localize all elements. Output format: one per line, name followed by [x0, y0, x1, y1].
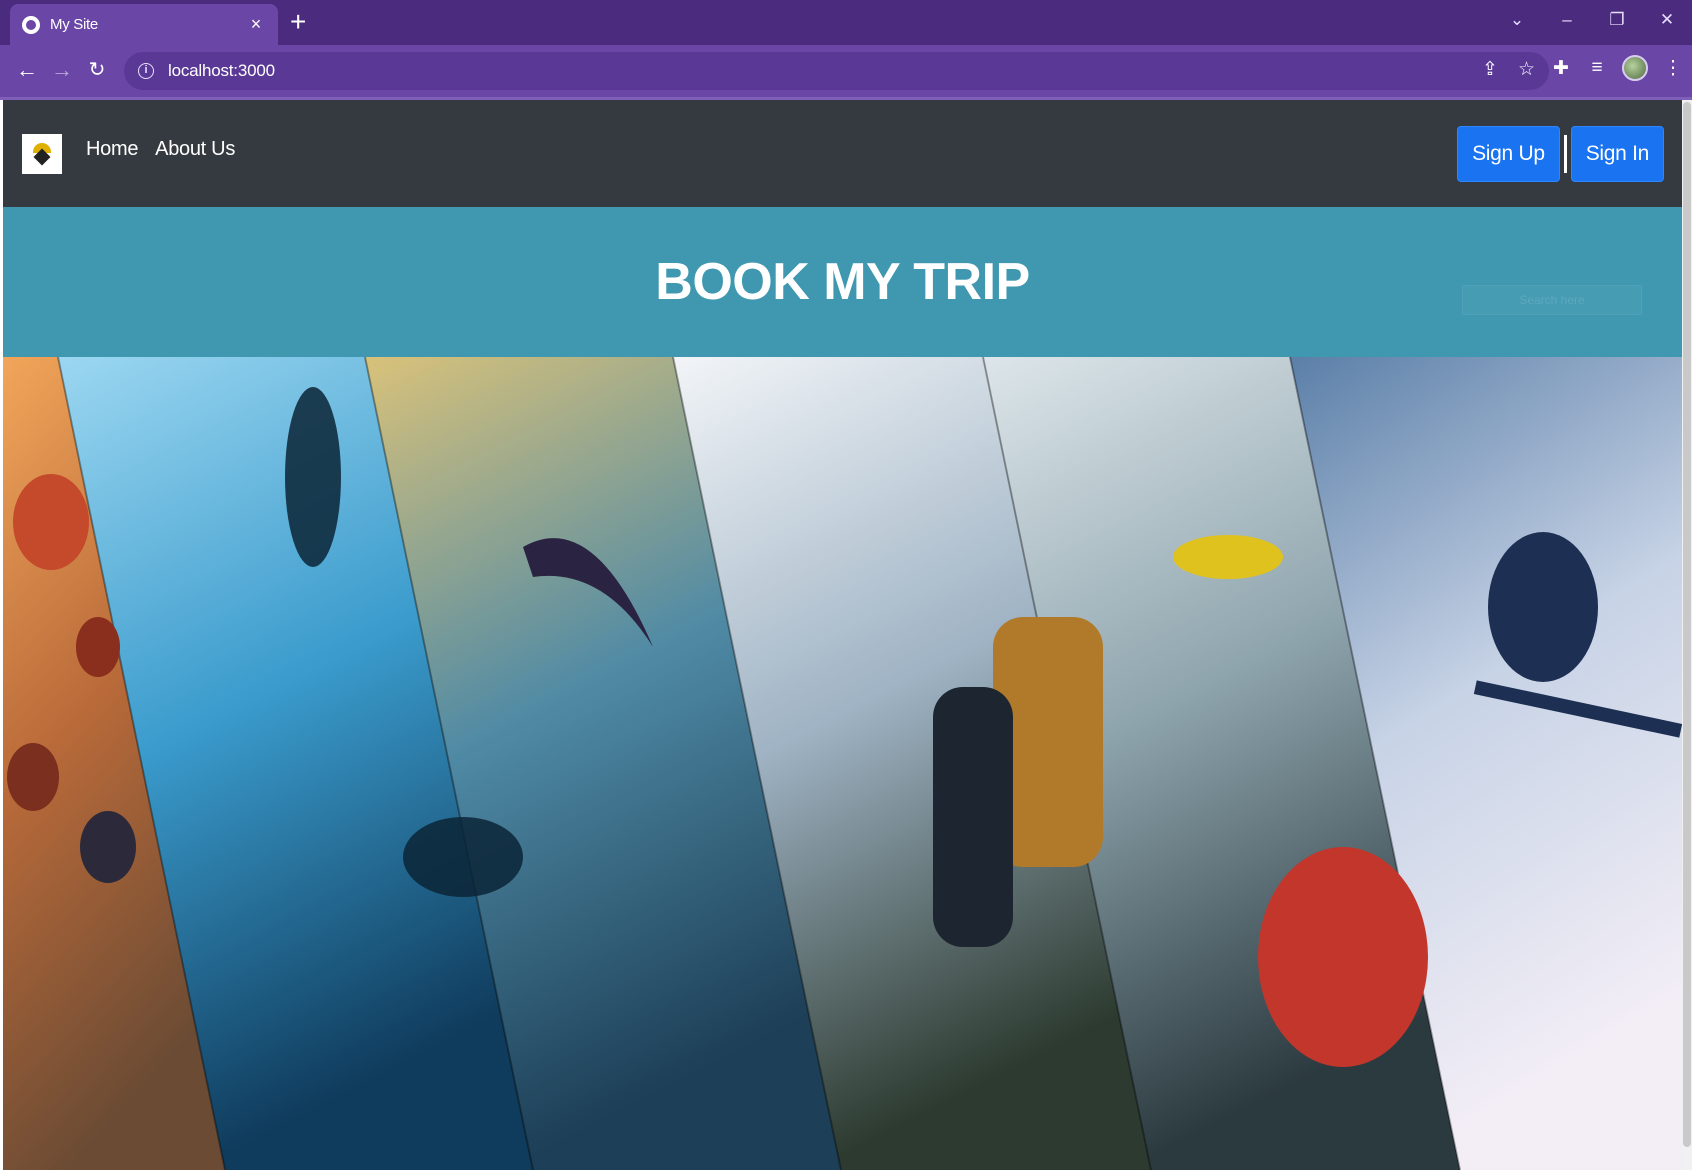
back-arrow-icon[interactable]: ← — [12, 55, 42, 85]
diver-icon — [403, 817, 523, 897]
profile-avatar[interactable] — [1622, 55, 1648, 81]
hiker-icon — [933, 687, 1013, 947]
logo-icon — [29, 141, 55, 167]
divider — [1563, 135, 1567, 173]
forward-arrow-icon[interactable]: → — [47, 55, 77, 85]
activity-collage — [3, 357, 1682, 1170]
extensions-icon[interactable]: ✚ — [1550, 57, 1572, 80]
close-window-button[interactable]: ✕ — [1642, 10, 1692, 30]
sign-in-button[interactable]: Sign In — [1570, 126, 1664, 182]
search-input[interactable]: Search here — [1462, 285, 1642, 315]
minimize-button[interactable]: – — [1542, 10, 1592, 30]
browser-tab[interactable]: My Site × — [10, 4, 278, 45]
scrollbar-thumb[interactable] — [1683, 102, 1691, 1147]
page-scrollbar[interactable] — [1682, 100, 1692, 1170]
raft-icon — [1258, 847, 1428, 1067]
bookmark-star-icon[interactable]: ☆ — [1518, 58, 1535, 81]
balloon-icon — [80, 811, 136, 883]
diver-icon — [285, 387, 341, 567]
address-bar[interactable]: i localhost:3000 ⇪ ☆ — [124, 52, 1549, 90]
tab-search-icon[interactable]: ⌄ — [1492, 10, 1542, 30]
globe-icon — [22, 15, 40, 34]
browser-tab-bar: My Site × + ⌄ – ❐ ✕ — [0, 0, 1692, 45]
skier-icon — [1488, 532, 1598, 682]
balloon-icon — [7, 743, 59, 811]
page-title: BOOK MY TRIP — [655, 253, 1030, 311]
url-text: localhost:3000 — [168, 61, 275, 80]
hero-banner: BOOK MY TRIP Search here — [3, 207, 1682, 357]
tab-title: My Site — [50, 16, 98, 33]
menu-dots-icon[interactable]: ⋮ — [1662, 57, 1684, 80]
reload-icon[interactable]: ↻ — [82, 55, 112, 85]
brand-logo[interactable] — [22, 134, 62, 174]
sign-up-button[interactable]: Sign Up — [1457, 126, 1560, 182]
balloon-icon — [13, 474, 89, 570]
balloon-icon — [76, 617, 120, 677]
info-icon[interactable]: i — [138, 63, 154, 79]
collage-graphic — [3, 357, 1682, 1170]
nav-link-home[interactable]: Home — [86, 138, 138, 161]
close-tab-icon[interactable]: × — [246, 14, 266, 35]
new-tab-button[interactable]: + — [290, 7, 306, 37]
share-icon[interactable]: ⇪ — [1482, 58, 1498, 81]
nav-link-about-us[interactable]: About Us — [155, 138, 235, 161]
browser-toolbar: ← → ↻ i localhost:3000 ⇪ ☆ ✚ ≡ ⋮ — [0, 45, 1692, 100]
reading-list-icon[interactable]: ≡ — [1586, 57, 1608, 79]
window-controls: ⌄ – ❐ ✕ — [1492, 0, 1692, 40]
raft-icon — [1173, 535, 1283, 579]
restore-button[interactable]: ❐ — [1592, 10, 1642, 30]
site-navbar: Home About Us Sign Up Sign In — [3, 100, 1682, 207]
